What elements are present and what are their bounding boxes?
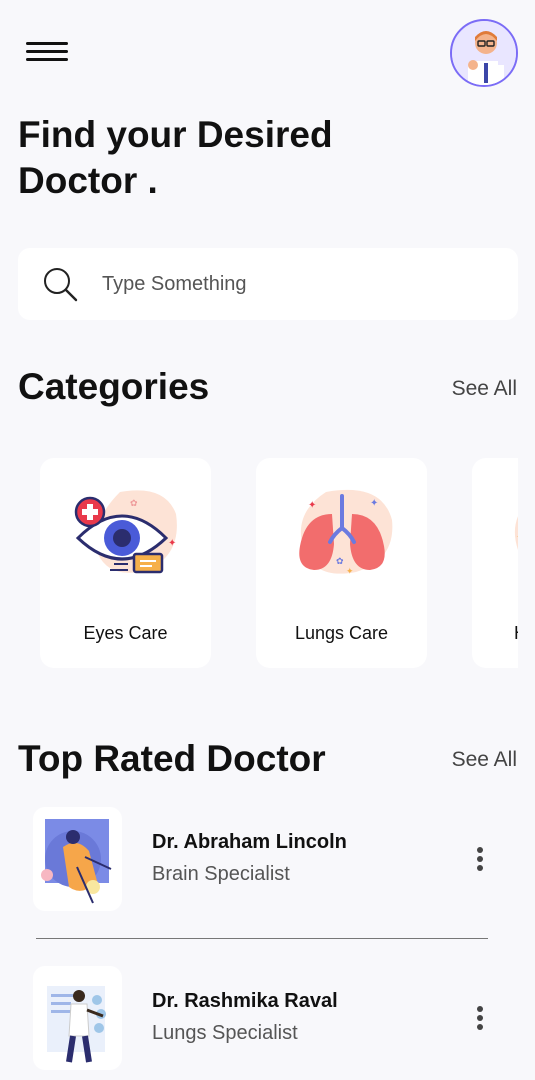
doctor-card[interactable]: Dr. Abraham Lincoln Brain Specialist — [33, 807, 503, 911]
hamburger-line — [26, 58, 68, 61]
hamburger-line — [26, 50, 68, 53]
categories-see-all-link[interactable]: See All — [452, 377, 517, 401]
svg-text:✿: ✿ — [130, 499, 138, 509]
categories-title: Categories — [18, 366, 210, 407]
svg-text:✿: ✿ — [336, 557, 344, 567]
heart-icon: ✦ — [514, 516, 518, 550]
doctor-name: Dr. Abraham Lincoln — [152, 831, 347, 853]
doctor-photo — [33, 807, 122, 911]
categories-carousel[interactable]: ✦ ✿ Eyes Care ✦ ✦ ✿ ✦ Lungs Care ✦ H — [40, 458, 518, 668]
category-label: H — [514, 623, 518, 644]
svg-text:✦: ✦ — [516, 532, 518, 543]
svg-text:✦: ✦ — [168, 538, 176, 549]
doctor-avatar-icon — [41, 819, 112, 904]
doctor-name: Dr. Rashmika Raval — [152, 990, 338, 1012]
top-rated-see-all-link[interactable]: See All — [452, 748, 517, 772]
doctor-specialty: Brain Specialist — [152, 863, 290, 885]
hamburger-menu-button[interactable] — [26, 40, 70, 66]
eye-icon: ✦ ✿ — [74, 490, 177, 574]
category-card-eyes[interactable]: ✦ ✿ Eyes Care — [40, 458, 211, 668]
doctor-photo — [33, 966, 122, 1070]
divider — [36, 938, 488, 939]
more-options-icon[interactable] — [471, 845, 489, 873]
category-label: Eyes Care — [83, 623, 168, 643]
doctor-avatar-icon — [47, 986, 106, 1063]
doctor-specialty: Lungs Specialist — [152, 1022, 298, 1044]
svg-text:✦: ✦ — [370, 498, 378, 509]
svg-text:✦: ✦ — [308, 500, 316, 511]
category-card-heart[interactable]: ✦ H — [472, 458, 518, 668]
category-card-lungs[interactable]: ✦ ✦ ✿ ✦ Lungs Care — [256, 458, 427, 668]
search-input[interactable] — [102, 266, 492, 302]
category-label: Lungs Care — [294, 623, 389, 643]
search-bar[interactable] — [18, 248, 518, 320]
avatar[interactable] — [450, 19, 518, 87]
hamburger-icon — [26, 42, 68, 45]
avatar-icon — [452, 21, 516, 85]
doctor-card[interactable]: Dr. Rashmika Raval Lungs Specialist — [33, 966, 503, 1070]
top-rated-title: Top Rated Doctor — [18, 738, 326, 779]
search-icon — [44, 268, 78, 302]
page-title: Find your Desired Doctor . — [18, 114, 333, 201]
svg-text:✦: ✦ — [346, 567, 354, 577]
more-options-icon[interactable] — [471, 1004, 489, 1032]
lungs-icon: ✦ ✦ ✿ ✦ — [299, 489, 393, 577]
